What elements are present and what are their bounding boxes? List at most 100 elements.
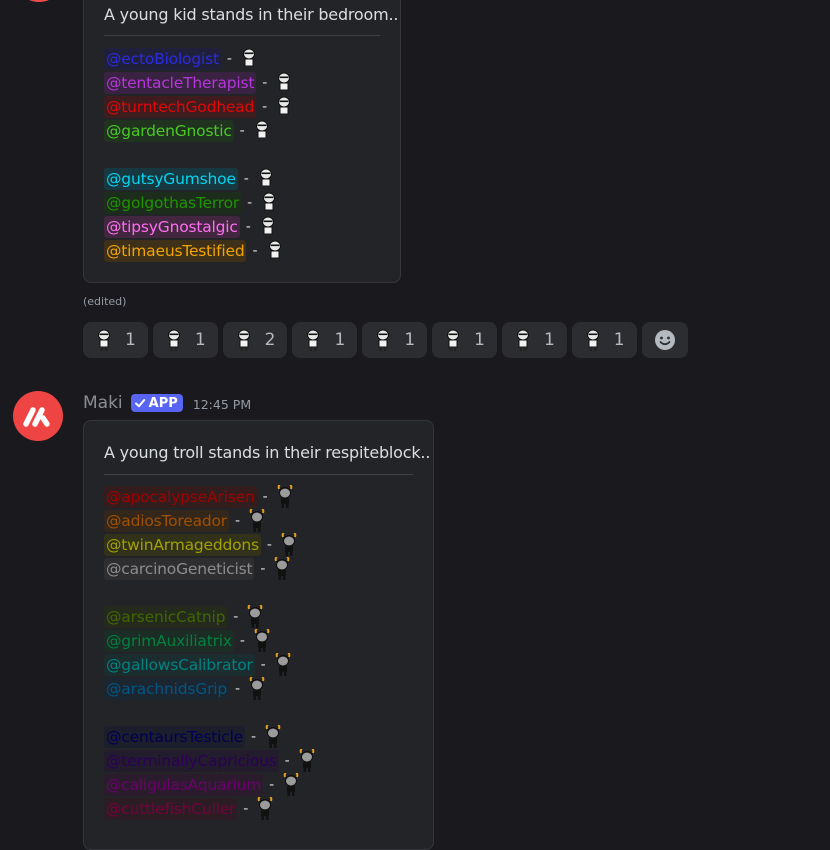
separator: - bbox=[251, 729, 257, 745]
troll-sprite-icon bbox=[246, 677, 268, 701]
mention-line: @centaursTesticle - bbox=[104, 725, 284, 749]
user-mention[interactable]: @tipsyGnostalgic bbox=[104, 216, 240, 238]
mention-line: @gutsyGumshoe - bbox=[104, 167, 277, 191]
separator: - bbox=[262, 75, 268, 91]
avatar[interactable] bbox=[13, 391, 63, 441]
troll-sprite-icon bbox=[296, 749, 318, 773]
kid-sprite-icon bbox=[512, 327, 534, 353]
user-mention[interactable]: @arachnidsGrip bbox=[104, 678, 229, 700]
mention-line: @terminallyCapricious - bbox=[104, 749, 318, 773]
kid-sprite-icon bbox=[163, 327, 185, 353]
mention-line: @gallowsCalibrator - bbox=[104, 653, 294, 677]
mention-line: @turntechGodhead - bbox=[104, 95, 295, 119]
message-header: Maki APP 12:45 PM bbox=[83, 391, 251, 415]
reaction-count: 1 bbox=[543, 330, 555, 350]
reaction-button[interactable]: 1 bbox=[432, 322, 497, 358]
kid-sprite-icon bbox=[251, 119, 273, 143]
separator: - bbox=[247, 195, 253, 211]
author-name[interactable]: Maki bbox=[83, 393, 123, 413]
user-mention[interactable]: @golgothasTerror bbox=[104, 192, 242, 214]
divider bbox=[104, 35, 380, 36]
separator: - bbox=[252, 243, 258, 259]
separator: - bbox=[234, 513, 241, 529]
separator: - bbox=[226, 51, 232, 67]
reaction-button[interactable]: 1 bbox=[362, 322, 428, 358]
user-mention[interactable]: @adiosToreador bbox=[104, 510, 229, 532]
user-mention[interactable]: @timaeusTestified bbox=[104, 240, 247, 262]
app-badge: APP bbox=[130, 394, 183, 412]
troll-sprite-icon bbox=[274, 485, 296, 509]
mention-line: @tipsyGnostalgic - bbox=[104, 215, 279, 239]
mention-line: @tentacleTherapist - bbox=[104, 71, 295, 95]
kid-sprite-icon bbox=[302, 327, 324, 353]
mention-line: @timaeusTestified - bbox=[104, 239, 286, 263]
divider bbox=[104, 474, 413, 475]
mention-line: @adiosToreador - bbox=[104, 509, 268, 533]
user-mention[interactable]: @gutsyGumshoe bbox=[104, 168, 238, 190]
troll-sprite-icon bbox=[246, 509, 268, 533]
user-mention[interactable]: @twinArmageddons bbox=[104, 534, 261, 556]
reaction-button[interactable]: 2 bbox=[222, 322, 288, 358]
separator: - bbox=[239, 123, 245, 139]
troll-sprite-icon bbox=[244, 605, 266, 629]
user-mention[interactable]: @tentacleTherapist bbox=[104, 72, 257, 94]
user-mention[interactable]: @gardenGnostic bbox=[104, 120, 234, 142]
reaction-button[interactable]: 1 bbox=[571, 322, 637, 358]
reaction-count: 1 bbox=[613, 330, 625, 350]
troll-sprite-icon bbox=[262, 725, 284, 749]
kid-sprite-icon bbox=[238, 47, 260, 71]
separator: - bbox=[243, 171, 249, 187]
mention-line: @cuttlefishCuller - bbox=[104, 797, 276, 821]
user-mention[interactable]: @grimAuxiliatrix bbox=[104, 630, 234, 652]
reaction-button[interactable]: 1 bbox=[152, 322, 218, 358]
reaction-bar: 1 1 2 1 1 1 1 1 bbox=[83, 322, 688, 358]
edited-label: (edited) bbox=[83, 295, 127, 308]
embed-card: A young troll stands in their respiteblo… bbox=[83, 420, 434, 850]
separator: - bbox=[269, 777, 275, 793]
kid-sprite-icon bbox=[273, 95, 295, 119]
kid-sprite-icon bbox=[255, 167, 277, 191]
user-mention[interactable]: @carcinoGeneticist bbox=[104, 558, 255, 580]
user-mention[interactable]: @cuttlefishCuller bbox=[104, 798, 238, 820]
add-reaction-button[interactable] bbox=[641, 322, 688, 358]
kid-sprite-icon bbox=[442, 327, 464, 353]
separator: - bbox=[235, 681, 241, 697]
separator: - bbox=[284, 753, 290, 769]
reaction-button[interactable]: 1 bbox=[292, 322, 358, 358]
avatar[interactable] bbox=[14, 0, 64, 2]
user-mention[interactable]: @gallowsCalibrator bbox=[104, 654, 255, 676]
separator: - bbox=[239, 633, 245, 649]
mention-line: @twinArmageddons - bbox=[104, 533, 300, 557]
user-mention[interactable]: @centaursTesticle bbox=[104, 726, 246, 748]
separator: - bbox=[262, 489, 268, 505]
user-mention[interactable]: @terminallyCapricious bbox=[104, 750, 279, 772]
mention-line: @apocalypseArisen - bbox=[104, 485, 296, 509]
mention-line: @arsenicCatnip - bbox=[104, 605, 266, 629]
embed-title: A young troll stands in their respiteblo… bbox=[104, 443, 431, 462]
reaction-count: 1 bbox=[404, 330, 416, 350]
kid-sprite-icon bbox=[582, 327, 604, 353]
mention-line: @golgothasTerror - bbox=[104, 191, 280, 215]
user-mention[interactable]: @arsenicCatnip bbox=[104, 606, 228, 628]
reaction-button[interactable]: 1 bbox=[501, 322, 567, 358]
troll-sprite-icon bbox=[271, 557, 293, 581]
user-mention[interactable]: @caligulasAquarium bbox=[104, 774, 264, 796]
troll-sprite-icon bbox=[251, 629, 273, 653]
user-mention[interactable]: @apocalypseArisen bbox=[104, 486, 257, 508]
kid-sprite-icon bbox=[233, 327, 255, 353]
reaction-count: 2 bbox=[264, 330, 276, 350]
troll-sprite-icon bbox=[272, 653, 294, 677]
troll-sprite-icon bbox=[278, 533, 300, 557]
kid-sprite-icon bbox=[257, 215, 279, 239]
kid-sprite-icon bbox=[372, 327, 394, 353]
separator: - bbox=[262, 99, 268, 115]
user-mention[interactable]: @turntechGodhead bbox=[104, 96, 257, 118]
kid-sprite-icon bbox=[264, 239, 286, 263]
user-mention[interactable]: @ectoBiologist bbox=[104, 48, 221, 70]
reaction-button[interactable]: 1 bbox=[83, 322, 148, 358]
troll-sprite-icon bbox=[254, 797, 276, 821]
embed-title: A young kid stands in their bedroom.. bbox=[104, 5, 399, 24]
embed-card: A young kid stands in their bedroom.. @e… bbox=[83, 0, 401, 283]
reaction-count: 1 bbox=[334, 330, 346, 350]
troll-sprite-icon bbox=[280, 773, 302, 797]
